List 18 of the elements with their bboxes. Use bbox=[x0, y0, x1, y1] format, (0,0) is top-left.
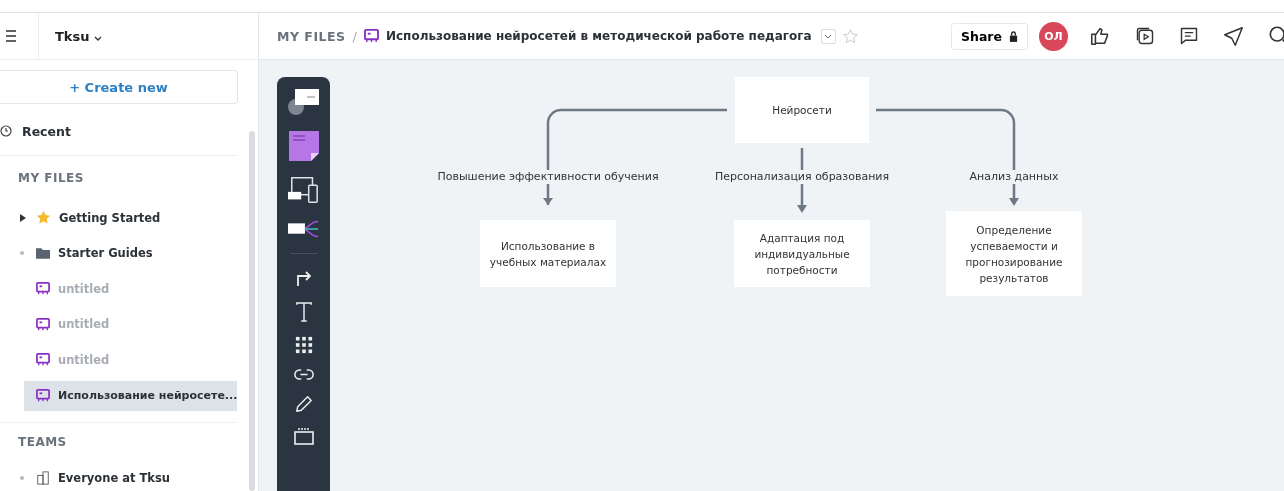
sidebar-item[interactable]: Getting Started bbox=[0, 200, 238, 236]
share-button[interactable]: Share bbox=[951, 22, 1028, 50]
create-new-button[interactable]: + Create new bbox=[0, 70, 238, 104]
breadcrumb-separator: / bbox=[352, 28, 357, 44]
board-title: Использование нейросетей в методической работе педагога bbox=[385, 29, 812, 43]
recent-link[interactable]: Recent bbox=[22, 123, 71, 139]
sidebar-item[interactable]: Everyone at Tksu bbox=[0, 460, 238, 491]
breadcrumb-link[interactable]: MY FILES bbox=[277, 28, 346, 44]
sidebar-item[interactable]: Использование нейросете... bbox=[24, 380, 237, 411]
diagram-node: Использование в учебных материалах bbox=[480, 220, 616, 287]
diagram-node: Определение успеваемости и прогнозирование результатов bbox=[946, 211, 1082, 296]
diagram-node: Адаптация под индивидуальные потребности bbox=[734, 220, 870, 287]
section-heading: TEAMS bbox=[0, 421, 238, 461]
user-avatar[interactable]: ОЛ bbox=[1039, 21, 1068, 51]
workspace-switcher[interactable]: Tksu bbox=[38, 13, 107, 59]
section-heading: MY FILES bbox=[17, 170, 85, 187]
sidebar-item[interactable]: Starter Guides bbox=[0, 235, 238, 271]
diagram-node: Нейросети bbox=[735, 77, 869, 143]
